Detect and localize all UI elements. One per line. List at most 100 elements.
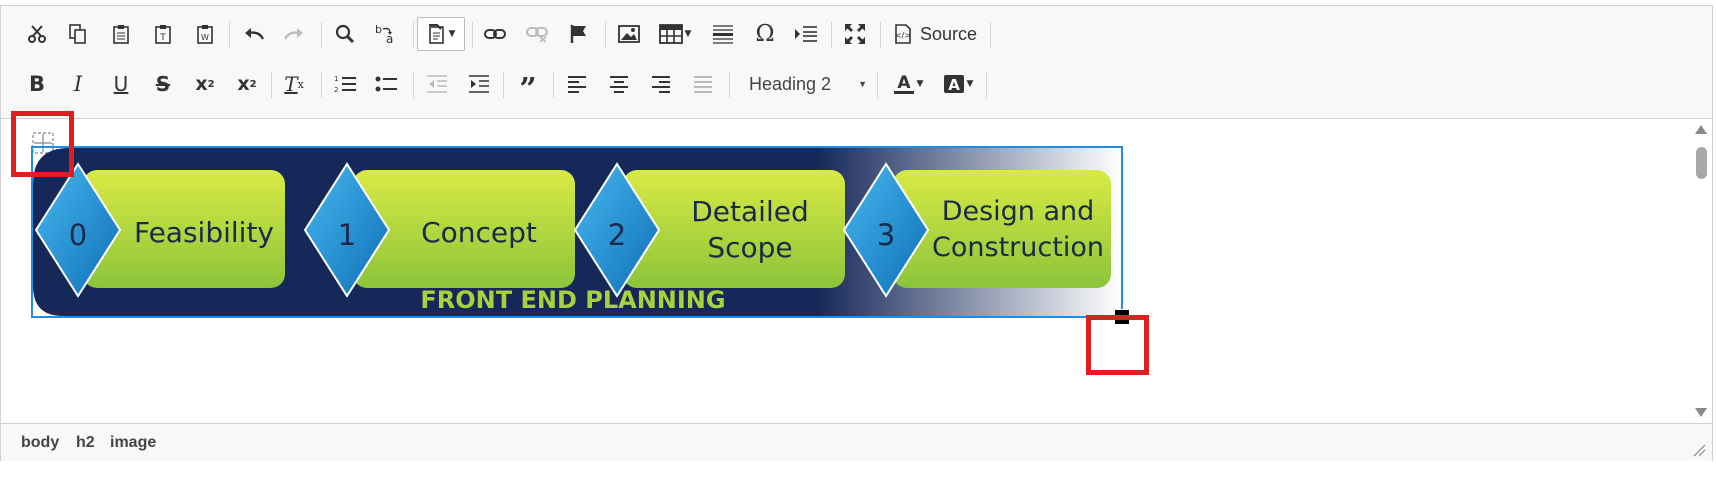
bulleted-list-icon[interactable] xyxy=(370,70,402,98)
svg-text:b: b xyxy=(375,23,382,36)
special-character-omega-icon[interactable]: Ω xyxy=(749,20,781,48)
background-color-icon: A xyxy=(943,75,964,94)
align-right-icon[interactable] xyxy=(645,70,677,98)
step-0-number: 0 xyxy=(68,218,88,252)
svg-text:2: 2 xyxy=(334,86,338,94)
format-select-value: Heading 2 xyxy=(749,73,832,94)
vertical-scrollbar[interactable] xyxy=(1690,119,1712,423)
resize-grip-icon[interactable] xyxy=(1692,443,1706,457)
chevron-down-icon: ▼ xyxy=(916,79,924,89)
maximize-icon[interactable] xyxy=(839,20,871,48)
toolbar-separator xyxy=(413,72,414,98)
underline-icon[interactable]: U xyxy=(105,70,137,98)
toolbar-separator xyxy=(271,72,272,98)
align-center-icon[interactable] xyxy=(603,70,635,98)
text-color-icon: A xyxy=(893,73,914,94)
copy-icon[interactable] xyxy=(62,20,94,48)
chevron-down-icon: ▼ xyxy=(448,29,456,39)
table-icon xyxy=(658,24,683,44)
toolbar-separator xyxy=(729,72,730,98)
step-3-number: 3 xyxy=(876,218,896,252)
justify-icon[interactable] xyxy=(687,70,719,98)
selected-image[interactable]: 0 Feasibility 1 Concept 2 Detailed Scope… xyxy=(31,146,1130,325)
svg-text:</>: </> xyxy=(895,31,911,40)
step-1-number: 1 xyxy=(337,218,357,252)
paste-icon[interactable] xyxy=(105,20,137,48)
toolbar-separator xyxy=(503,72,504,98)
toolbar-row-1: T W ba ▼ ▼ Ω </> Source xyxy=(1,14,1712,54)
scroll-down-icon[interactable] xyxy=(1695,408,1707,417)
cut-icon[interactable] xyxy=(21,20,53,48)
format-select[interactable]: Heading 2 ▼ xyxy=(749,70,871,98)
toolbar-separator xyxy=(605,22,606,48)
step-3-label-line1: Design and xyxy=(941,196,1095,227)
align-left-icon[interactable] xyxy=(561,70,593,98)
bold-icon[interactable]: B xyxy=(21,70,53,98)
editor-content-area[interactable]: 0 Feasibility 1 Concept 2 Detailed Scope… xyxy=(1,111,1691,423)
step-2-label: Detailed Scope xyxy=(657,194,843,266)
highlight-box-resize-handle xyxy=(1086,315,1149,375)
chevron-down-icon: ▼ xyxy=(684,29,692,39)
unlink-icon[interactable] xyxy=(521,20,553,48)
replace-icon[interactable]: ba xyxy=(370,20,402,48)
step-2-number: 2 xyxy=(607,218,627,252)
undo-icon[interactable] xyxy=(238,20,270,48)
strikethrough-icon[interactable]: S xyxy=(147,70,179,98)
decrease-indent-icon[interactable] xyxy=(421,70,453,98)
svg-text:W: W xyxy=(201,33,209,42)
step-2-label-line1: Detailed xyxy=(691,195,809,228)
source-label: Source xyxy=(920,23,978,44)
table-dropdown[interactable]: ▼ xyxy=(653,20,697,48)
templates-icon xyxy=(428,24,444,44)
svg-text:T: T xyxy=(159,33,166,43)
templates-dropdown[interactable]: ▼ xyxy=(417,17,465,51)
remove-format-icon[interactable]: Tx xyxy=(278,70,310,98)
text-color-dropdown[interactable]: A ▼ xyxy=(887,70,929,98)
scroll-up-icon[interactable] xyxy=(1695,125,1707,134)
rich-text-editor: T W ba ▼ ▼ Ω </> Source B I U S x 2 x 2 … xyxy=(0,5,1713,461)
banner-title: FRONT END PLANNING xyxy=(420,286,726,314)
toolbar-separator xyxy=(831,22,832,48)
toolbar-separator xyxy=(321,22,322,48)
path-item-h2[interactable]: h2 xyxy=(76,434,95,452)
italic-icon[interactable]: I xyxy=(62,70,94,98)
image-icon[interactable] xyxy=(613,20,645,48)
link-icon[interactable] xyxy=(479,20,511,48)
step-1-label: Concept xyxy=(421,216,537,249)
paste-from-word-icon[interactable]: W xyxy=(189,20,221,48)
subscript-icon[interactable]: x2 xyxy=(189,70,221,98)
source-button[interactable]: </> Source xyxy=(894,20,977,48)
toolbar-row-2: B I U S x2 x2 Tx 12 ” Heading 2 ▼ A ▼ A … xyxy=(1,64,1712,105)
toolbar-separator xyxy=(553,72,554,98)
step-3-label-line2: Construction xyxy=(932,232,1104,263)
background-color-dropdown[interactable]: A ▼ xyxy=(937,70,979,98)
path-item-image[interactable]: image xyxy=(110,434,156,452)
chevron-down-icon: ▼ xyxy=(966,79,974,89)
step-0-label: Feasibility xyxy=(134,216,274,249)
path-item-body[interactable]: body xyxy=(21,434,59,452)
step-2-label-line2: Scope xyxy=(707,231,793,264)
highlight-box-drag-handle xyxy=(11,111,74,177)
toolbar-separator xyxy=(413,22,414,48)
superscript-icon[interactable]: x2 xyxy=(231,70,263,98)
chevron-down-icon: ▼ xyxy=(858,79,867,89)
blockquote-icon[interactable]: ” xyxy=(512,70,544,105)
toolbar-separator xyxy=(321,72,322,98)
find-icon[interactable] xyxy=(329,20,361,48)
numbered-list-icon[interactable]: 12 xyxy=(329,70,361,98)
source-icon: </> xyxy=(895,24,911,44)
increase-indent-icon[interactable] xyxy=(463,70,495,98)
page-break-icon[interactable] xyxy=(790,20,822,48)
svg-text:1: 1 xyxy=(334,75,338,83)
anchor-flag-icon[interactable] xyxy=(563,20,595,48)
toolbar-separator xyxy=(880,22,881,48)
toolbar-separator xyxy=(986,72,987,98)
horizontal-line-icon[interactable] xyxy=(707,20,739,48)
toolbar-separator xyxy=(990,22,991,48)
step-3-label: Design and Construction xyxy=(923,194,1113,266)
svg-text:A: A xyxy=(897,73,911,93)
editor-toolbar: T W ba ▼ ▼ Ω </> Source B I U S x 2 x 2 … xyxy=(1,6,1712,119)
redo-icon[interactable] xyxy=(278,20,310,48)
paste-text-icon[interactable]: T xyxy=(147,20,179,48)
scroll-thumb[interactable] xyxy=(1696,147,1707,179)
